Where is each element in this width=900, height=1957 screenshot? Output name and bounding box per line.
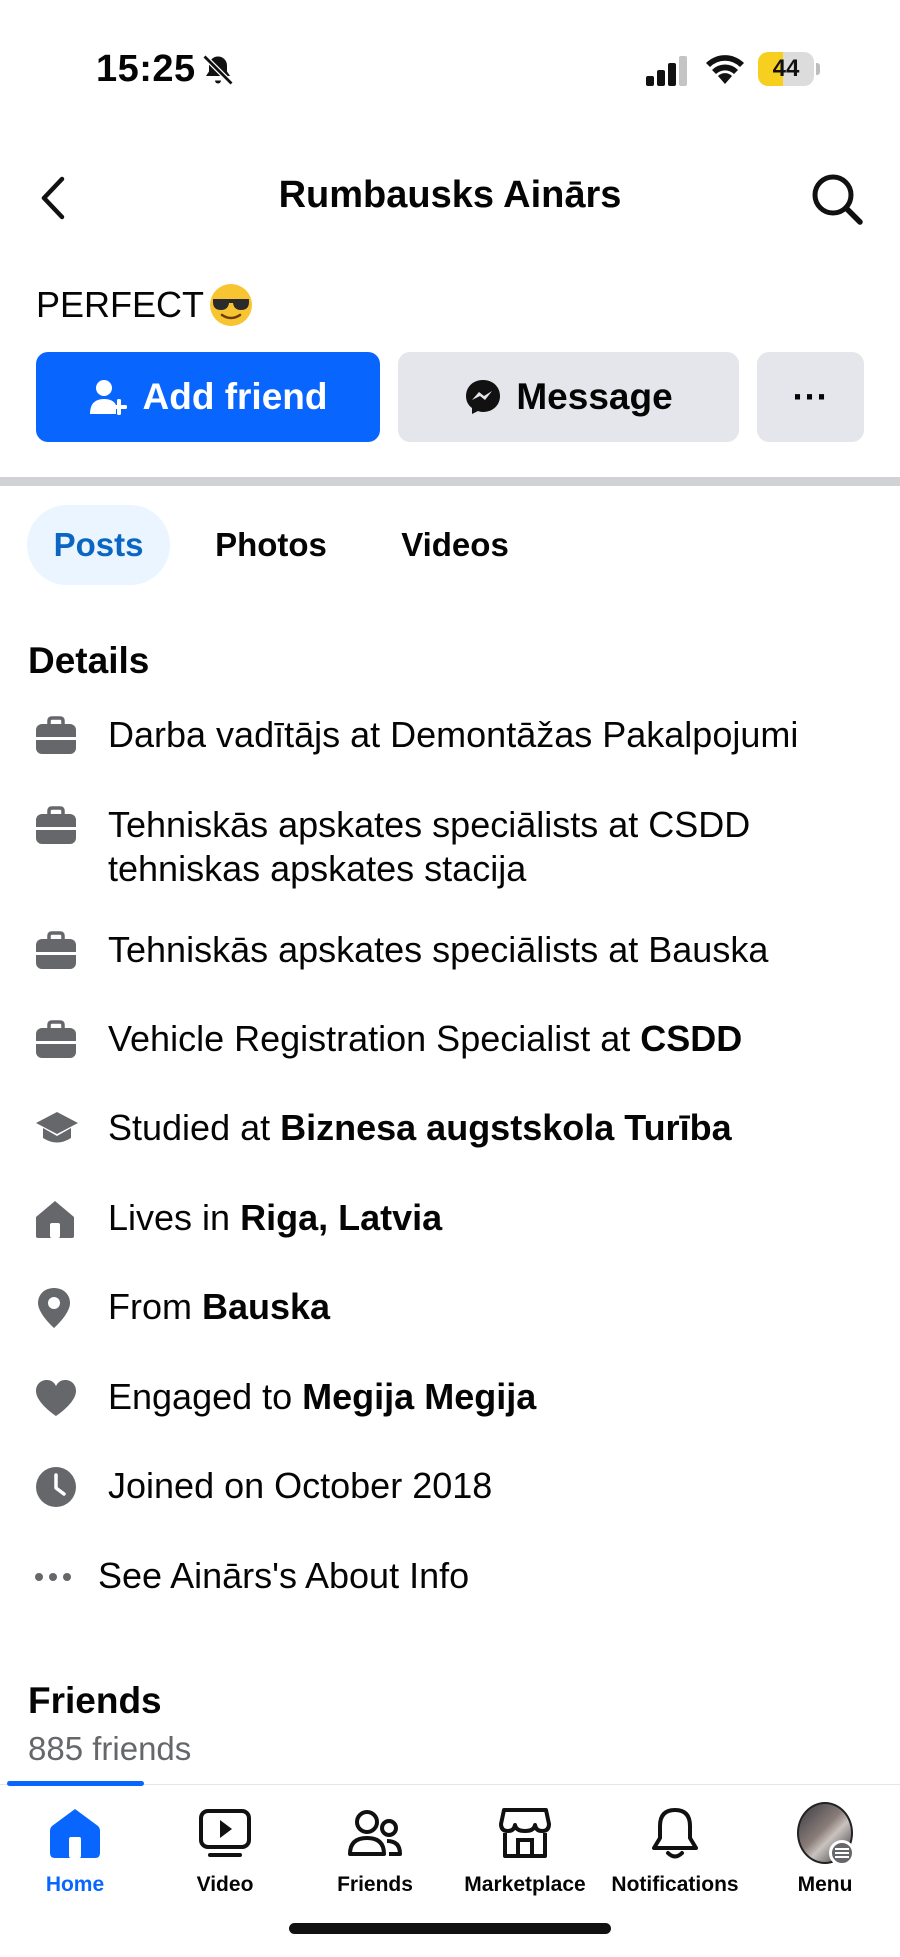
home-icon bbox=[50, 1809, 100, 1858]
detail-work-1: Darba vadītājs at Demontāžas Pakalpojumi bbox=[28, 713, 878, 759]
nav-marketplace-label: Marketplace bbox=[464, 1873, 586, 1896]
detail-text: Studied at Biznesa augstskola Turība bbox=[108, 1107, 732, 1148]
detail-text: Darba vadītājs at Demontāžas Pakalpojumi bbox=[108, 714, 799, 755]
sunglasses-emoji-icon bbox=[210, 284, 253, 326]
detail-text: Tehniskās apskates speciālists at CSDD t… bbox=[108, 804, 751, 889]
nav-menu-label: Menu bbox=[797, 1873, 853, 1896]
detail-link-partner[interactable]: Megija Megija bbox=[302, 1376, 536, 1417]
detail-education: Studied at Biznesa augstskola Turība bbox=[28, 1106, 878, 1152]
message-button[interactable]: Message bbox=[398, 352, 739, 442]
see-about-info-label: See Ainārs's About Info bbox=[98, 1555, 470, 1596]
friends-count: 885 friends bbox=[28, 1730, 192, 1767]
detail-text: Tehniskās apskates speciālists at Bauska bbox=[108, 929, 769, 970]
status-bar: 15:25 44 bbox=[0, 0, 900, 140]
detail-link-city[interactable]: Riga, Latvia bbox=[240, 1197, 442, 1238]
profile-bio: PERFECT bbox=[36, 282, 254, 328]
detail-text: From Bauska bbox=[108, 1286, 331, 1327]
clock-icon bbox=[36, 1467, 76, 1507]
detail-work-2: Tehniskās apskates speciālists at CSDD t… bbox=[28, 803, 878, 891]
status-time: 15:25 bbox=[96, 48, 196, 90]
add-friend-label: Add friend bbox=[142, 376, 328, 417]
details-heading: Details bbox=[28, 640, 150, 681]
section-divider bbox=[0, 477, 900, 486]
more-options-button[interactable]: ··· bbox=[757, 352, 864, 442]
add-friend-button[interactable]: Add friend bbox=[36, 352, 380, 442]
tab-photos[interactable]: Photos bbox=[200, 505, 342, 585]
battery-indicator: 44 bbox=[758, 52, 820, 86]
home-icon bbox=[36, 1201, 74, 1238]
detail-text: Engaged to Megija Megija bbox=[108, 1376, 537, 1417]
friends-heading: Friends bbox=[28, 1680, 162, 1721]
location-pin-icon bbox=[38, 1288, 70, 1328]
tab-posts[interactable]: Posts bbox=[27, 505, 170, 585]
nav-video[interactable]: Video bbox=[150, 1805, 300, 1915]
nav-home-label: Home bbox=[45, 1873, 105, 1896]
nav-notifications[interactable]: Notifications bbox=[600, 1805, 750, 1915]
detail-link-employer[interactable]: CSDD bbox=[640, 1018, 742, 1059]
briefcase-icon bbox=[36, 806, 76, 844]
graduation-cap-icon bbox=[36, 1112, 78, 1143]
avatar bbox=[797, 1802, 855, 1866]
detail-text: Joined on October 2018 bbox=[108, 1465, 493, 1506]
heart-icon bbox=[36, 1380, 76, 1416]
nav-home[interactable]: Home bbox=[0, 1805, 150, 1915]
bell-icon bbox=[652, 1808, 698, 1859]
detail-lives: Lives in Riga, Latvia bbox=[28, 1196, 878, 1242]
cellular-signal-icon bbox=[646, 56, 687, 86]
home-indicator[interactable] bbox=[289, 1923, 611, 1934]
page-title: Rumbausks Ainārs bbox=[278, 174, 622, 216]
briefcase-icon bbox=[36, 931, 76, 969]
battery-level-text: 44 bbox=[772, 55, 800, 82]
detail-link-hometown[interactable]: Bauska bbox=[202, 1286, 330, 1327]
add-person-icon bbox=[89, 380, 127, 415]
detail-joined: Joined on October 2018 bbox=[28, 1464, 878, 1510]
search-icon bbox=[812, 174, 863, 225]
detail-from: From Bauska bbox=[28, 1285, 878, 1331]
tab-videos[interactable]: Videos bbox=[380, 505, 530, 585]
briefcase-icon bbox=[36, 1020, 76, 1058]
briefcase-icon bbox=[36, 716, 76, 754]
wifi-icon bbox=[706, 55, 744, 84]
chevron-left-icon bbox=[41, 176, 65, 220]
video-play-icon bbox=[199, 1809, 251, 1857]
messenger-icon bbox=[466, 380, 501, 414]
nav-notifications-label: Notifications bbox=[611, 1873, 739, 1896]
more-options-icon: ··· bbox=[792, 376, 829, 417]
nav-menu[interactable]: Menu bbox=[750, 1802, 900, 1915]
see-about-info-link[interactable]: See Ainārs's About Info bbox=[28, 1554, 878, 1600]
more-horizontal-icon bbox=[35, 1573, 71, 1581]
back-button[interactable] bbox=[28, 170, 78, 226]
detail-relationship: Engaged to Megija Megija bbox=[28, 1375, 878, 1421]
nav-friends[interactable]: Friends bbox=[300, 1805, 450, 1915]
active-tab-indicator bbox=[7, 1781, 144, 1786]
bell-off-icon bbox=[202, 54, 234, 86]
detail-work-3: Tehniskās apskates speciālists at Bauska bbox=[28, 928, 878, 974]
nav-marketplace[interactable]: Marketplace bbox=[450, 1805, 600, 1915]
detail-text: Vehicle Registration Specialist at CSDD bbox=[108, 1018, 743, 1059]
bio-text: PERFECT bbox=[36, 284, 205, 325]
nav-video-label: Video bbox=[196, 1873, 254, 1896]
search-button[interactable] bbox=[806, 168, 868, 230]
message-label: Message bbox=[516, 376, 673, 417]
detail-link-school[interactable]: Biznesa augstskola Turība bbox=[280, 1107, 731, 1148]
detail-work-4: Vehicle Registration Specialist at CSDD bbox=[28, 1017, 878, 1063]
friends-icon bbox=[348, 1810, 402, 1856]
marketplace-store-icon bbox=[499, 1808, 551, 1858]
menu-hamburger-icon bbox=[829, 1840, 855, 1866]
detail-text: Lives in Riga, Latvia bbox=[108, 1197, 443, 1238]
nav-friends-label: Friends bbox=[337, 1873, 413, 1896]
